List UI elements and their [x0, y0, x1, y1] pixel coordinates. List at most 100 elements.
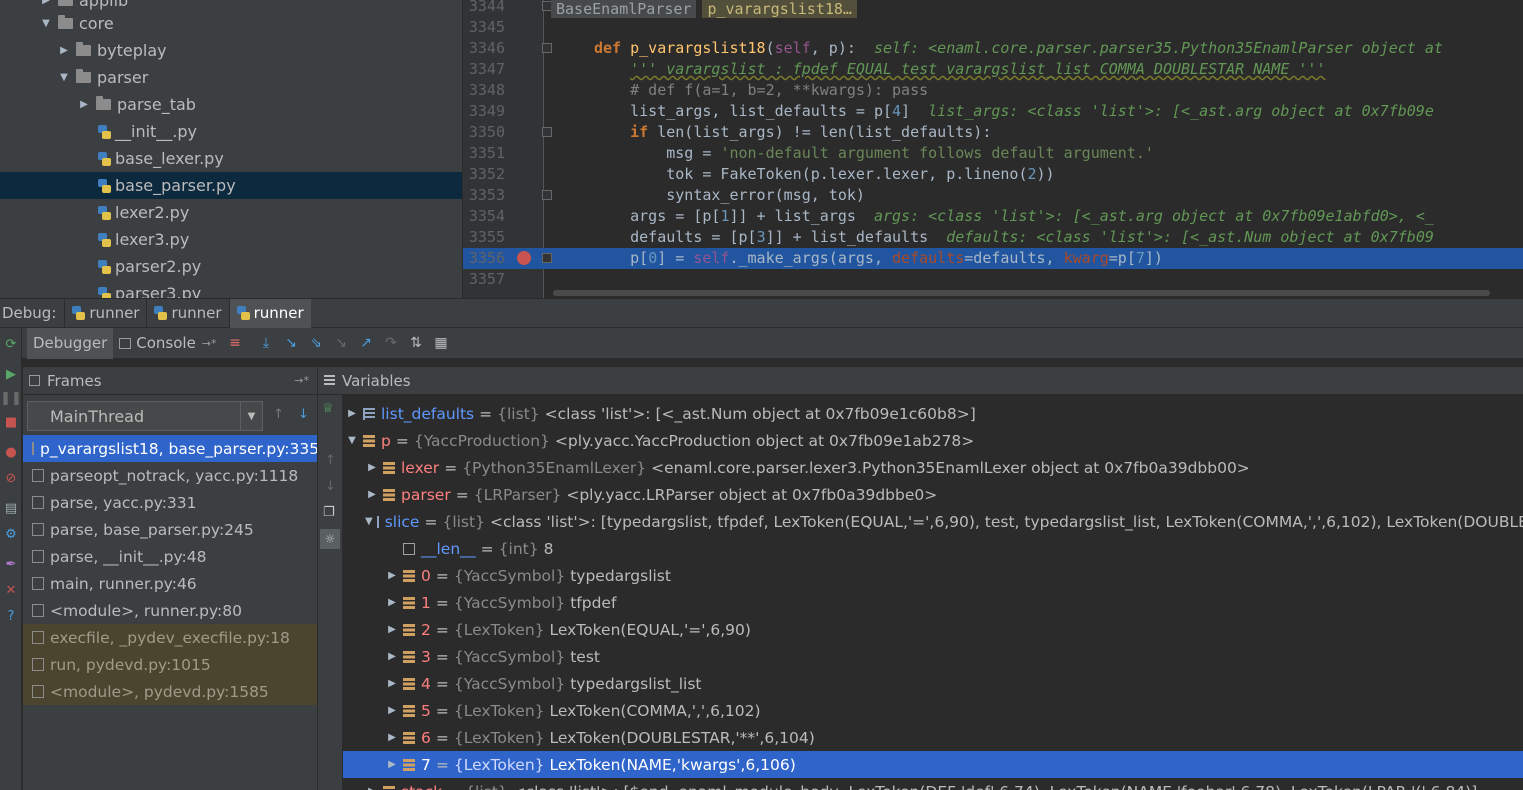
layout-icon[interactable]: ▤ — [1, 498, 21, 518]
chevron-down-icon[interactable]: ▼ — [365, 516, 373, 527]
variable-row[interactable]: ▶ 0 = {YaccSymbol} typedargslist — [343, 562, 1523, 589]
tree-item[interactable]: ▼ parser — [0, 64, 462, 91]
chevron-down-icon[interactable]: ▼ — [40, 18, 52, 29]
chevron-right-icon[interactable]: ▶ — [78, 99, 90, 110]
breadcrumb-item[interactable]: p_varargslist18… — [702, 0, 857, 18]
force-step-into-icon[interactable]: ↘ — [329, 331, 354, 356]
step-into-my-code-icon[interactable]: ⇘ — [304, 331, 329, 356]
new-watch-icon[interactable]: ♕ — [322, 401, 334, 416]
variable-row[interactable]: __len__ = {int} 8 — [343, 535, 1523, 562]
step-out-icon[interactable]: ↗ — [354, 331, 379, 356]
chevron-down-icon[interactable]: ▼ — [345, 435, 359, 446]
fold-marker-icon[interactable] — [542, 190, 552, 200]
rerun-icon[interactable]: ⟳ — [1, 334, 21, 354]
frame-up-icon[interactable]: ↑ — [273, 407, 284, 422]
variable-row[interactable]: ▶ 4 = {YaccSymbol} typedargslist_list — [343, 670, 1523, 697]
chevron-right-icon[interactable]: ▶ — [385, 732, 399, 743]
chevron-right-icon[interactable]: ▶ — [385, 651, 399, 662]
frame-item[interactable]: parse, __init__.py:48 — [23, 543, 317, 570]
watches-icon[interactable]: ☼ — [320, 529, 340, 549]
tree-item[interactable]: base_parser.py — [0, 172, 462, 199]
step-over-icon[interactable]: ⤓ — [254, 331, 279, 356]
frame-item[interactable]: parse, base_parser.py:245 — [23, 516, 317, 543]
copy-icon[interactable]: ❐ — [323, 505, 335, 520]
variable-row[interactable]: ▶ 6 = {LexToken} LexToken(DOUBLESTAR,'**',6,… — [343, 724, 1523, 751]
variable-row[interactable]: ▶ 1 = {YaccSymbol} tfpdef — [343, 589, 1523, 616]
down-icon[interactable]: ↓ — [325, 479, 336, 494]
variable-row[interactable]: ▼ slice = {list} <class 'list'>: [typedargsl… — [343, 508, 1523, 535]
breadcrumb-item[interactable]: BaseEnamlParser — [551, 0, 697, 18]
code-editor[interactable]: 3344 kwarg=p[10])33453346def p_varargsli… — [463, 0, 1523, 298]
tree-item[interactable]: lexer3.py — [0, 226, 462, 253]
chevron-right-icon[interactable]: ▶ — [385, 624, 399, 635]
chevron-right-icon[interactable]: ▶ — [385, 597, 399, 608]
variable-row[interactable]: ▶ list_defaults = {list} <class 'list'>: [<_… — [343, 400, 1523, 427]
frame-item[interactable]: main, runner.py:46 — [23, 570, 317, 597]
chevron-down-icon[interactable]: ▼ — [58, 72, 70, 83]
frame-item[interactable]: run, pydevd.py:1015 — [23, 651, 317, 678]
chevron-right-icon[interactable]: ▶ — [385, 678, 399, 689]
frame-item[interactable]: parse, yacc.py:331 — [23, 489, 317, 516]
tab-runner[interactable]: runner — [228, 298, 311, 328]
up-icon[interactable]: ↑ — [325, 453, 336, 468]
chevron-right-icon[interactable]: ▶ — [385, 570, 399, 581]
frame-item[interactable]: p_varargslist18, base_parser.py:3356 — [23, 435, 317, 462]
tab-debugger[interactable]: Debugger — [27, 327, 114, 359]
chevron-right-icon[interactable]: ▶ — [40, 0, 52, 6]
mute-breakpoints-icon[interactable]: ⊘ — [1, 468, 21, 488]
tab-runner[interactable]: runner — [146, 298, 228, 328]
breakpoint-icon[interactable] — [517, 251, 531, 265]
pause-icon[interactable]: ❚❚ — [0, 388, 22, 408]
chevron-right-icon[interactable]: ▶ — [58, 45, 70, 56]
frame-item[interactable]: parseopt_notrack, yacc.py:1118 — [23, 462, 317, 489]
run-to-cursor-icon[interactable]: ↷ — [379, 331, 404, 356]
tree-item[interactable]: __init__.py — [0, 118, 462, 145]
variable-row[interactable]: ▶ lexer = {Python35EnamlLexer} <enaml.core.p… — [343, 454, 1523, 481]
tree-item[interactable]: parser2.py — [0, 253, 462, 280]
horizontal-scrollbar[interactable] — [553, 290, 1490, 296]
settings-icon[interactable]: ⚙ — [1, 524, 21, 544]
tree-item[interactable]: base_lexer.py — [0, 145, 462, 172]
evaluate-expression-icon[interactable]: ⇅ — [404, 331, 429, 356]
chevron-right-icon[interactable]: ▶ — [345, 408, 359, 419]
variable-row[interactable]: ▶ 7 = {LexToken} LexToken(NAME,'kwargs',6,10… — [343, 751, 1523, 778]
resume-icon[interactable]: ▶ — [1, 364, 21, 384]
variable-row[interactable]: ▼ p = {YaccProduction} <ply.yacc.YaccProduct… — [343, 427, 1523, 454]
fold-marker-icon[interactable] — [542, 43, 552, 53]
variable-row[interactable]: ▶ stack = {list} <class 'list'>: [$end, enam… — [343, 778, 1523, 790]
variable-row[interactable]: ▶ 2 = {LexToken} LexToken(EQUAL,'=',6,90) — [343, 616, 1523, 643]
thread-select[interactable]: MainThread ▼ — [27, 401, 263, 431]
tree-item[interactable]: ▶ byteplay — [0, 37, 462, 64]
tab-console[interactable]: Console →* — [113, 328, 222, 359]
chevron-right-icon[interactable]: ▶ — [365, 462, 379, 473]
table-view-icon[interactable]: ▦ — [429, 331, 454, 356]
tree-item[interactable]: ▶ parse_tab — [0, 91, 462, 118]
variable-row[interactable]: ▶ parser = {LRParser} <ply.yacc.LRParser obj… — [343, 481, 1523, 508]
tree-item[interactable]: lexer2.py — [0, 199, 462, 226]
fold-marker-icon[interactable] — [542, 127, 552, 137]
help-icon[interactable]: ? — [1, 606, 21, 626]
variable-row[interactable]: ▶ 5 = {LexToken} LexToken(COMMA,',',6,102) — [343, 697, 1523, 724]
step-into-icon[interactable]: ↘ — [279, 331, 304, 356]
fold-marker-icon[interactable] — [542, 253, 552, 263]
equals-sign: = — [435, 701, 449, 720]
object-icon — [403, 596, 415, 609]
chevron-right-icon[interactable]: ▶ — [385, 705, 399, 716]
stop-icon[interactable]: ■ — [1, 412, 21, 432]
show-execution-point-icon[interactable]: ≡ — [223, 331, 248, 356]
frame-item[interactable]: <module>, runner.py:80 — [23, 597, 317, 624]
tree-item[interactable]: parser3.py — [0, 280, 462, 298]
frame-item[interactable]: <module>, pydevd.py:1585 — [23, 678, 317, 705]
variable-row[interactable]: ▶ 3 = {YaccSymbol} test — [343, 643, 1523, 670]
tree-item[interactable]: ▼ core — [0, 10, 462, 37]
view-breakpoints-icon[interactable]: ● — [1, 442, 21, 462]
frame-item[interactable]: execfile, _pydev_execfile.py:18 — [23, 624, 317, 651]
panel-options-icon[interactable]: →* — [294, 374, 309, 387]
chevron-right-icon[interactable]: ▶ — [385, 759, 399, 770]
tab-runner[interactable]: runner — [64, 298, 146, 328]
chevron-right-icon[interactable]: ▶ — [365, 786, 379, 790]
chevron-right-icon[interactable]: ▶ — [365, 489, 379, 500]
frame-down-icon[interactable]: ↓ — [298, 407, 309, 422]
close-icon[interactable]: ✕ — [1, 580, 21, 600]
pin-icon[interactable]: ✒ — [1, 554, 21, 574]
